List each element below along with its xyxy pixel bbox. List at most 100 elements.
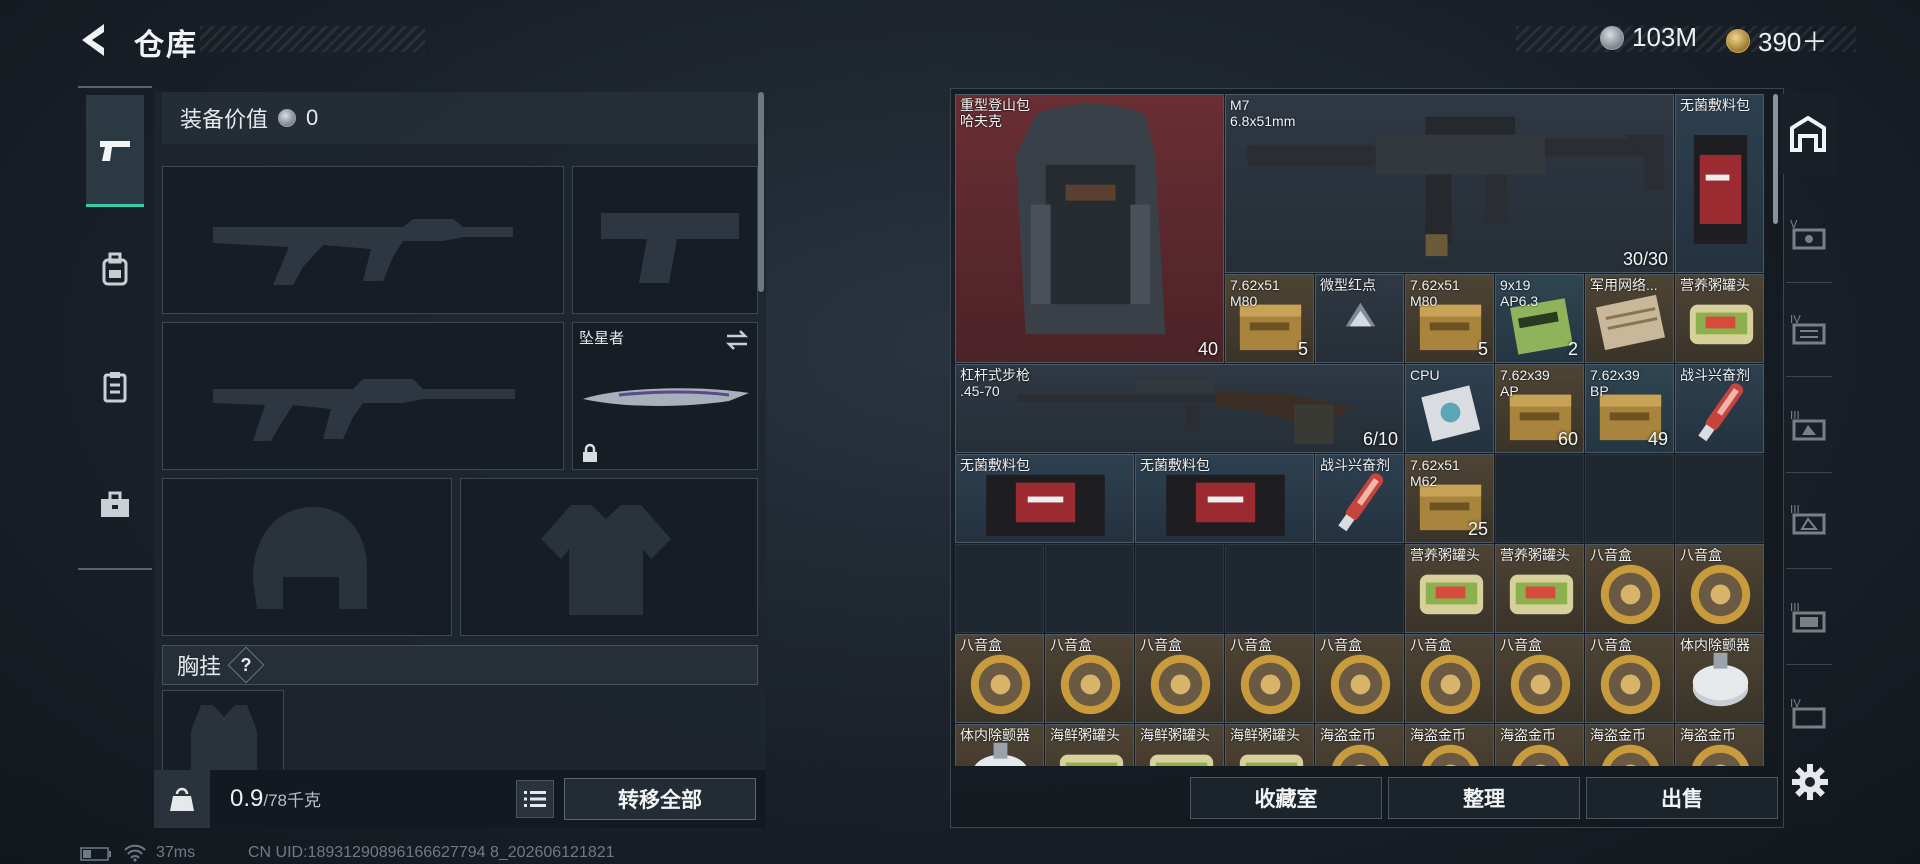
stash-item-musicbox7[interactable]: 八音盒 <box>1315 634 1404 723</box>
stash-item-can2[interactable]: 营养粥罐头 <box>1405 544 1494 633</box>
stash-cell[interactable] <box>1135 544 1224 633</box>
stash-item-dehumid1[interactable]: 体内除颤器 <box>1675 634 1764 723</box>
chest-rig-bar[interactable]: 胸挂 ? <box>162 645 758 685</box>
stash-item-seafood1[interactable]: 海鲜粥罐头 <box>1045 724 1134 766</box>
stash-item-musicbox3[interactable]: 八音盒 <box>955 634 1044 723</box>
stash-item-ammo2[interactable]: 7.62x51 M80 5 <box>1405 274 1494 363</box>
stash-tab-main[interactable] <box>1780 94 1836 174</box>
item-name: 八音盒 <box>1590 547 1632 563</box>
item-name: 无菌敷料包 <box>960 457 1030 473</box>
stash-scrollbar[interactable] <box>1773 94 1778 224</box>
equipment-scrollbar[interactable] <box>758 92 764 292</box>
stash-item-pirate3[interactable]: 海盗金币 <box>1495 724 1584 766</box>
stash-item-netcard[interactable]: 军用网络... <box>1585 274 1674 363</box>
item-quantity: 2 <box>1567 339 1578 359</box>
rail-tab-toolbox[interactable] <box>86 476 144 534</box>
pistol-slot[interactable] <box>572 166 758 314</box>
stash-item-ammo6[interactable]: 7.62x51 M62 25 <box>1405 454 1494 543</box>
item-name: 营养粥罐头 <box>1680 277 1750 293</box>
stash-item-bandage1[interactable]: 无菌敷料包 <box>1675 94 1764 273</box>
item-name: 海鲜粥罐头 <box>1050 727 1120 743</box>
stash-item-can3[interactable]: 营养粥罐头 <box>1495 544 1584 633</box>
stash-cell[interactable] <box>1585 454 1674 543</box>
rail-tab-weapons[interactable] <box>86 95 144 207</box>
back-button[interactable] <box>74 18 118 62</box>
stash-item-ammo4[interactable]: 7.62x39 AP 60 <box>1495 364 1584 453</box>
stash-item-seafood3[interactable]: 海鲜粥罐头 <box>1225 724 1314 766</box>
stash-item-musicbox9[interactable]: 八音盒 <box>1495 634 1584 723</box>
stash-item-musicbox8[interactable]: 八音盒 <box>1405 634 1494 723</box>
rail-separator <box>1786 472 1832 473</box>
gold-currency[interactable]: 390＋ <box>1726 22 1827 59</box>
stash-item-musicbox4[interactable]: 八音盒 <box>1045 634 1134 723</box>
transfer-all-button[interactable]: 转移全部 <box>564 778 756 820</box>
stash-tab-iii[interactable]: III <box>1782 396 1834 454</box>
stash-item-leverrifle[interactable]: 杠杆式步枪 .45-70 6/10 <box>955 364 1404 453</box>
stash-tab-v[interactable]: V <box>1782 205 1834 263</box>
backpack-icon <box>956 95 1223 362</box>
stash-item-bandage3[interactable]: 无菌敷料包 <box>1135 454 1314 543</box>
item-name: 7.62x39 BP <box>1590 367 1640 399</box>
secondary-weapon-slot[interactable] <box>162 322 564 470</box>
item-name: 八音盒 <box>1230 637 1272 653</box>
helmet-slot[interactable] <box>162 478 452 636</box>
stash-item-ammo5[interactable]: 7.62x39 BP 49 <box>1585 364 1674 453</box>
sell-button[interactable]: 出售 <box>1586 777 1778 819</box>
stash-item-musicbox2[interactable]: 八音盒 <box>1675 544 1764 633</box>
tier-iii-b-icon: III <box>1790 503 1826 535</box>
stash-item-pirate5[interactable]: 海盗金币 <box>1675 724 1764 766</box>
title-decoration <box>200 26 425 52</box>
stash-item-ammo3[interactable]: 9x19 AP6.3 2 <box>1495 274 1584 363</box>
stash-cell[interactable] <box>1495 454 1584 543</box>
item-quantity: 5 <box>1297 339 1308 359</box>
stash-item-stim1[interactable]: 战斗兴奋剂 <box>1675 364 1764 453</box>
stash-item-pirate1[interactable]: 海盗金币 <box>1315 724 1404 766</box>
stash-tab-iii-b[interactable]: III <box>1782 490 1834 548</box>
stash-item-m7[interactable]: M7 6.8x51mm 30/30 <box>1225 94 1674 273</box>
equipment-value-bar: 装备价值 0 <box>162 92 758 144</box>
stash-tab-iv-b[interactable]: IV <box>1782 684 1834 742</box>
stash-item-bandage2[interactable]: 无菌敷料包 <box>955 454 1134 543</box>
stash-item-musicbox5[interactable]: 八音盒 <box>1135 634 1224 723</box>
rail-separator <box>1786 376 1832 377</box>
swap-icon[interactable] <box>725 329 749 351</box>
rail-tab-backpack[interactable] <box>86 240 144 298</box>
stash-item-dehumid2[interactable]: 体内除颤器 <box>955 724 1044 766</box>
stash-item-pirate2[interactable]: 海盗金币 <box>1405 724 1494 766</box>
collection-room-button[interactable]: 收藏室 <box>1190 777 1382 819</box>
melee-slot[interactable]: 坠星者 <box>572 322 758 470</box>
tier-ii-icon: III <box>1790 601 1826 633</box>
item-name: CPU <box>1410 367 1440 383</box>
armor-slot[interactable] <box>460 478 758 636</box>
stash-tab-iv[interactable]: IV <box>1782 300 1834 358</box>
stash-item-stim2[interactable]: 战斗兴奋剂 <box>1315 454 1404 543</box>
warehouse-icon <box>1790 116 1826 152</box>
stash-tab-ii[interactable]: III <box>1782 588 1834 646</box>
stash-item-cpu[interactable]: CPU <box>1405 364 1494 453</box>
item-name: 八音盒 <box>1410 637 1452 653</box>
stash-item-ammo1[interactable]: 7.62x51 M80 5 <box>1225 274 1314 363</box>
help-icon[interactable]: ? <box>227 646 265 684</box>
settings-button[interactable] <box>1790 762 1830 802</box>
chest-rig-slot[interactable] <box>162 690 284 780</box>
stash-item-can1[interactable]: 营养粥罐头 <box>1675 274 1764 363</box>
item-name: 无菌敷料包 <box>1140 457 1210 473</box>
item-name: 海盗金币 <box>1410 727 1466 743</box>
primary-weapon-slot[interactable] <box>162 166 564 314</box>
stash-item-musicbox1[interactable]: 八音盒 <box>1585 544 1674 633</box>
list-view-button[interactable] <box>516 780 554 818</box>
stash-item-backpack[interactable]: 重型登山包 哈夫克 40 <box>955 94 1224 363</box>
stash-item-musicbox10[interactable]: 八音盒 <box>1585 634 1674 723</box>
stash-item-seafood2[interactable]: 海鲜粥罐头 <box>1135 724 1224 766</box>
sort-button[interactable]: 整理 <box>1388 777 1580 819</box>
stash-cell[interactable] <box>1675 454 1764 543</box>
stash-item-reddot[interactable]: 微型红点 <box>1315 274 1404 363</box>
stash-cell[interactable] <box>1225 544 1314 633</box>
stash-cell[interactable] <box>1315 544 1404 633</box>
stash-cell[interactable] <box>955 544 1044 633</box>
stash-cell[interactable] <box>1045 544 1134 633</box>
stash-item-pirate4[interactable]: 海盗金币 <box>1585 724 1674 766</box>
stash-item-musicbox6[interactable]: 八音盒 <box>1225 634 1314 723</box>
item-name: 体内除颤器 <box>1680 637 1750 653</box>
rail-tab-vest[interactable] <box>86 358 144 416</box>
